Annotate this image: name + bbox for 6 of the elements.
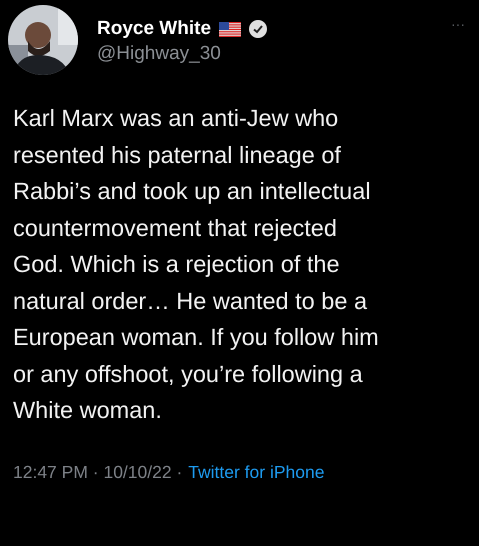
timestamp: 12:47 PM · 10/10/22 · bbox=[13, 460, 182, 484]
author-name: Royce White bbox=[97, 17, 212, 41]
author-handle: @Highway_30 bbox=[97, 42, 222, 66]
flag-icon bbox=[219, 22, 242, 36]
source-link[interactable]: Twitter for iPhone bbox=[188, 458, 324, 485]
tweet-text: Karl Marx was an anti-Jew who resented his paternal lineage of Rabbi’s and took up an intellectual countermovement that rejected God. Which is a rejection of the natural order… He wanted to be a European woman. If you follow him or any offshoot, you’re following a White woman. bbox=[12, 104, 380, 425]
